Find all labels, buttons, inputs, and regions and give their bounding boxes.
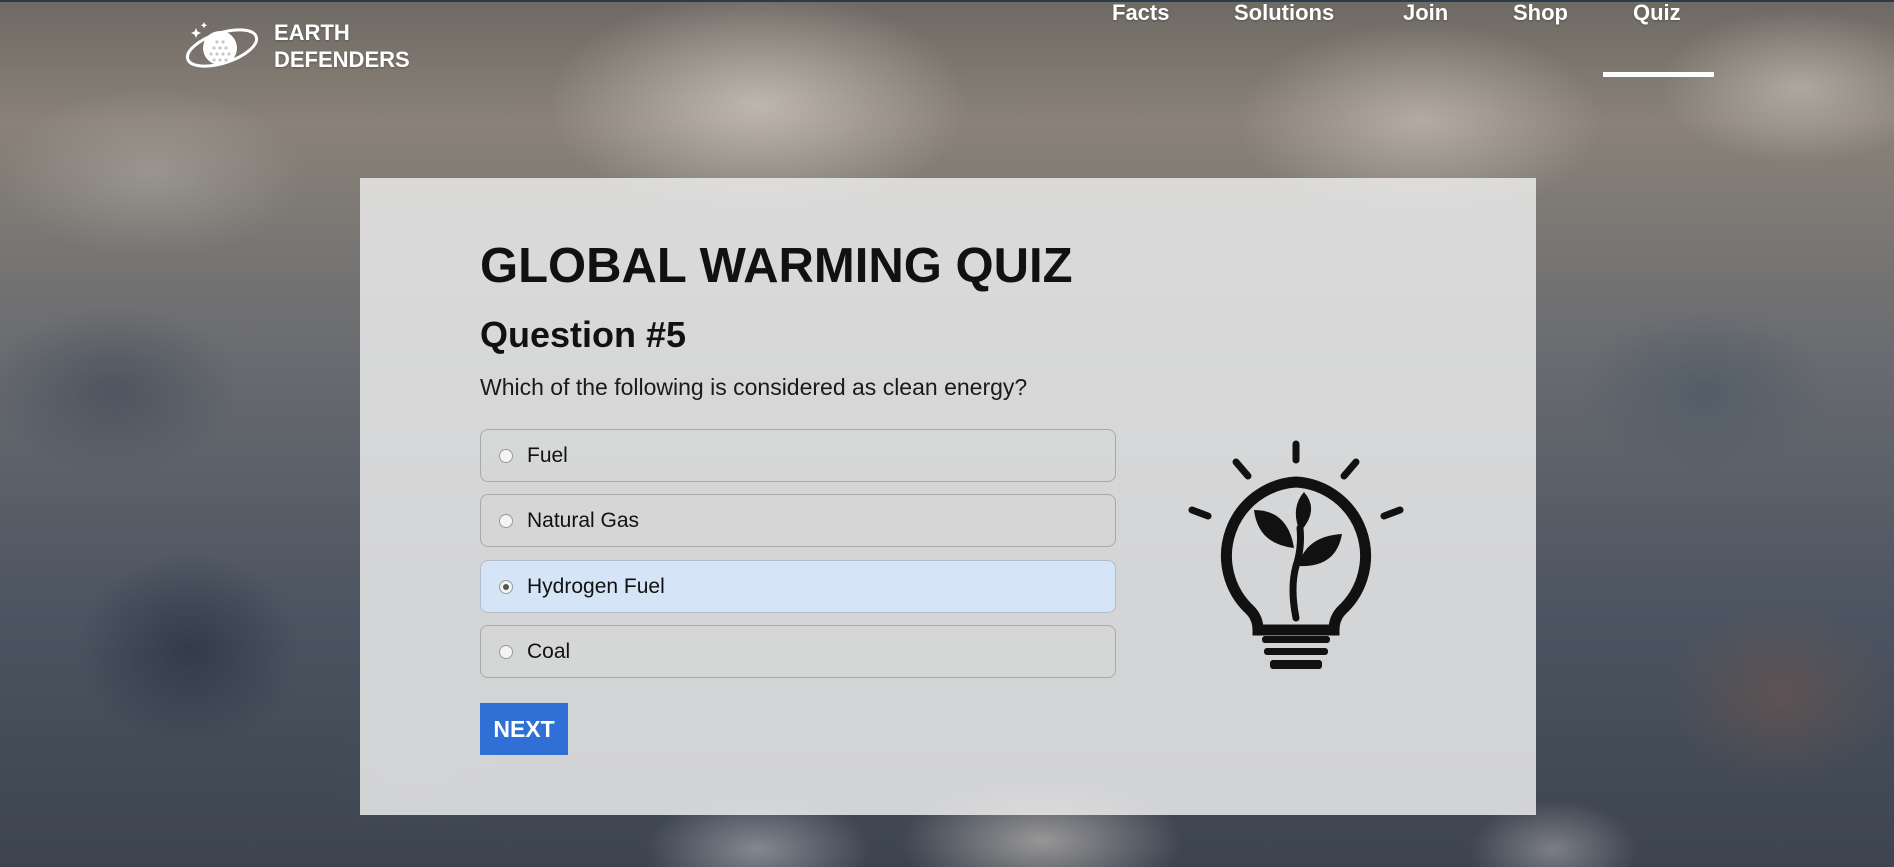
option-coal[interactable]: Coal — [480, 625, 1116, 678]
nav-item-quiz[interactable]: Quiz — [1633, 0, 1681, 26]
brand-line-2: DEFENDERS — [274, 47, 410, 72]
nav-active-indicator — [1603, 72, 1714, 77]
radio-button[interactable] — [499, 513, 513, 528]
brand-logo[interactable]: EARTH DEFENDERS — [182, 18, 410, 74]
option-label: Natural Gas — [527, 508, 640, 532]
top-edge-line — [0, 0, 1894, 2]
option-hydrogen-fuel[interactable]: Hydrogen Fuel — [480, 560, 1116, 613]
question-number: Question #5 — [480, 314, 687, 355]
nav-item-shop[interactable]: Shop — [1513, 0, 1568, 26]
radio-button[interactable] — [499, 448, 513, 463]
option-label: Fuel — [527, 443, 568, 467]
nav-item-join[interactable]: Join — [1403, 0, 1448, 26]
planet-icon — [185, 22, 259, 68]
lightbulb-plant-icon — [1188, 440, 1404, 669]
quiz-card: GLOBAL WARMING QUIZ Question #5 Which of… — [360, 178, 1536, 815]
brand-name: EARTH DEFENDERS — [274, 19, 410, 73]
next-button[interactable]: NEXT — [480, 703, 568, 755]
brand-line-1: EARTH — [274, 20, 350, 45]
quiz-title: GLOBAL WARMING QUIZ — [480, 239, 1073, 293]
nav-item-facts[interactable]: Facts — [1112, 0, 1169, 26]
option-fuel[interactable]: Fuel — [480, 429, 1116, 482]
radio-button[interactable] — [499, 644, 513, 659]
nav-item-solutions[interactable]: Solutions — [1234, 0, 1334, 26]
option-label: Coal — [527, 639, 571, 663]
option-label: Hydrogen Fuel — [527, 574, 665, 598]
question-text: Which of the following is considered as … — [480, 374, 1028, 400]
radio-button-checked[interactable] — [499, 579, 513, 594]
option-natural-gas[interactable]: Natural Gas — [480, 494, 1116, 547]
